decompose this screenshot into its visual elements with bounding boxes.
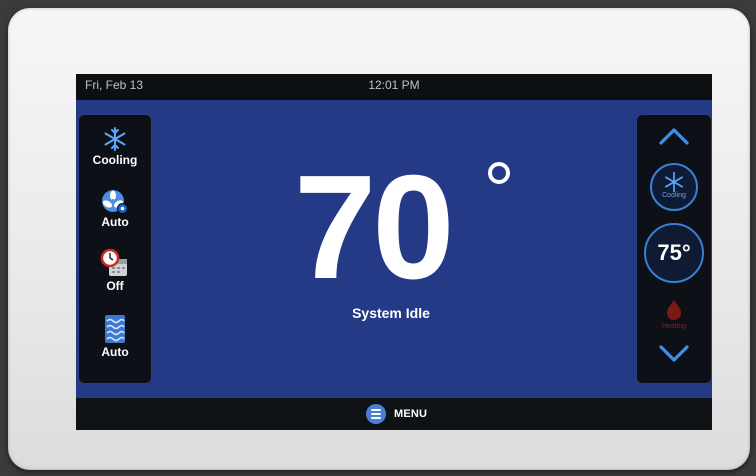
heating-mode-button[interactable]: Heating: [637, 299, 711, 330]
humidity-label: Auto: [101, 345, 129, 359]
chevron-down-icon: [659, 345, 689, 362]
menu-icon: [366, 404, 386, 424]
touch-screen: Fri, Feb 13 12:01 PM Cooling Auto Off Au…: [76, 74, 712, 430]
humidity-button[interactable]: Auto: [79, 311, 151, 359]
snowflake-icon: [104, 127, 126, 151]
temp-up-button[interactable]: [637, 125, 711, 155]
schedule-label: Off: [106, 279, 124, 293]
system-status: System Idle: [352, 305, 430, 321]
bottom-bar: MENU: [76, 398, 712, 430]
menu-button[interactable]: MENU: [366, 404, 427, 424]
thermostat-bezel: Fri, Feb 13 12:01 PM Cooling Auto Off Au…: [8, 8, 750, 470]
chevron-up-icon: [659, 128, 689, 145]
heating-label: Heating: [661, 323, 687, 330]
mode-panel: Cooling Auto Off Auto: [78, 114, 152, 384]
menu-label: MENU: [394, 408, 428, 420]
cool-setpoint[interactable]: 75°: [644, 223, 704, 283]
fan-icon: [102, 190, 128, 214]
schedule-clock-icon: [100, 249, 127, 276]
fan-mode-button[interactable]: Auto: [79, 189, 151, 229]
schedule-button[interactable]: Off: [79, 249, 151, 293]
active-mode-label: Cooling: [662, 192, 686, 199]
humidity-waves-icon: [105, 315, 125, 343]
system-mode-label: Cooling: [92, 153, 138, 167]
system-mode-button[interactable]: Cooling: [79, 125, 151, 167]
fan-mode-label: Auto: [101, 215, 129, 229]
degree-symbol: [488, 162, 510, 184]
main-display: Cooling Auto Off Auto 70 System Idle Coo…: [76, 100, 712, 398]
flame-icon: [667, 300, 681, 320]
snowflake-small-icon: [665, 171, 683, 193]
setpoint-panel: Cooling 75° Heating: [636, 114, 712, 384]
active-mode-indicator[interactable]: Cooling: [650, 163, 698, 211]
temp-down-button[interactable]: [637, 343, 711, 373]
status-bar: Fri, Feb 13 12:01 PM: [76, 74, 712, 98]
current-temperature: 70: [294, 145, 455, 310]
time-label: 12:01 PM: [368, 78, 420, 92]
